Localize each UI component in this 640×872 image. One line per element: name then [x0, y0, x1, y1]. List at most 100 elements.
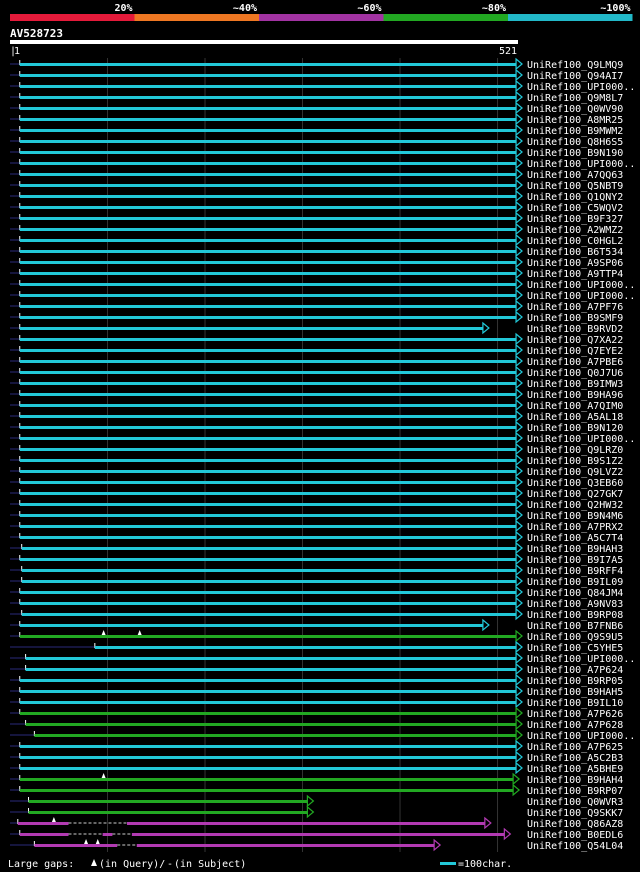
hit-row: UniRef100_Q7XA22 [10, 332, 623, 346]
hit-arrow-icon [482, 321, 490, 335]
hit-label: UniRef100_Q0WVR3 [527, 797, 623, 808]
hit-row: UniRef100_A2WMZ2 [10, 222, 623, 236]
hit-bar [19, 525, 517, 528]
hit-arrow-icon [515, 310, 523, 324]
hit-arrow-icon [515, 57, 523, 71]
hit-row: UniRef100_A7PRX2 [10, 519, 623, 533]
hit-label: UniRef100_Q9LVZ2 [527, 467, 623, 478]
hit-arrow-icon [482, 618, 490, 632]
hit-arrow-icon [515, 431, 523, 445]
hit-row: UniRef100_A9NV83 [10, 596, 623, 610]
legend-large-gaps: Large gaps: [8, 859, 74, 870]
hit-bar [19, 107, 517, 110]
hit-bar [19, 217, 517, 220]
hit-bar [19, 789, 514, 792]
hit-bar [19, 437, 517, 440]
hit-row: UniRef100_UPI000.. [10, 156, 635, 170]
hit-label: UniRef100_Q3EB60 [527, 478, 623, 489]
hit-label: UniRef100_A7P624 [527, 665, 623, 676]
hit-arrow-icon [515, 200, 523, 214]
hit-bar [19, 503, 517, 506]
hit-row: UniRef100_A7PBE6 [10, 354, 623, 368]
scale-segment [10, 14, 135, 21]
hit-arrow-icon [515, 255, 523, 269]
hit-label: UniRef100_C5WQV2 [527, 203, 623, 214]
hit-arrow-icon [515, 508, 523, 522]
hit-label: UniRef100_B9N4M6 [527, 511, 623, 522]
legend-in-query: (in Query)/ [99, 859, 165, 870]
hit-row: UniRef100_Q86AZ8 [10, 816, 623, 830]
hit-row: UniRef100_UPI000.. [10, 728, 635, 742]
hit-arrow-icon [515, 585, 523, 599]
hit-row: UniRef100_Q5NBT9 [10, 178, 623, 192]
hit-label: UniRef100_A7P625 [527, 742, 623, 753]
hit-label: UniRef100_B7FNB6 [527, 621, 623, 632]
hit-arrow-icon [515, 376, 523, 390]
hit-label: UniRef100_B9S1Z2 [527, 456, 623, 467]
hit-row: UniRef100_B9RP05 [10, 673, 623, 687]
hit-arrow-icon [515, 541, 523, 555]
hit-bar [19, 404, 517, 407]
hit-arrow-icon [515, 365, 523, 379]
hit-label: UniRef100_A5AL18 [527, 412, 623, 423]
hit-arrow-icon [515, 409, 523, 423]
hit-row: UniRef100_B9HAH3 [10, 541, 623, 555]
hit-arrow-icon [515, 464, 523, 478]
hit-arrow-icon [515, 387, 523, 401]
hit-row: UniRef100_B9RVD2 [10, 321, 623, 335]
hit-list: UniRef100_Q9LMQ9UniRef100_Q94AI7UniRef10… [10, 57, 635, 852]
hit-arrow-icon [515, 277, 523, 291]
legend-in-subject: (in Subject) [174, 859, 246, 870]
hit-bar [19, 250, 517, 253]
hit-label: UniRef100_A9NV83 [527, 599, 623, 610]
hit-row: UniRef100_B9MWM2 [10, 123, 623, 137]
hit-bar [19, 63, 517, 66]
hit-bar [19, 360, 517, 363]
hit-arrow-icon [306, 805, 315, 819]
hit-label: UniRef100_B9RVD2 [527, 324, 623, 335]
hit-bar [19, 745, 517, 748]
hit-label: UniRef100_C0HGL2 [527, 236, 623, 247]
hit-arrow-icon [515, 354, 523, 368]
hit-row: UniRef100_A7P626 [10, 706, 623, 720]
hit-arrow-icon [515, 607, 523, 621]
hit-bar [19, 151, 517, 154]
hit-bar [19, 338, 517, 341]
hit-label: UniRef100_UPI000.. [527, 731, 635, 742]
hit-label: UniRef100_A9TTP4 [527, 269, 623, 280]
hit-label: UniRef100_Q8H6S5 [527, 137, 623, 148]
hit-bar [19, 536, 517, 539]
hit-bar [19, 327, 483, 330]
hit-arrow-icon [515, 299, 523, 313]
hit-arrow-icon [515, 728, 523, 742]
hit-label: UniRef100_Q5NBT9 [527, 181, 623, 192]
hit-bar [34, 844, 118, 847]
hit-bar [127, 822, 485, 825]
hit-arrow-icon [515, 673, 523, 687]
hit-bar [19, 767, 517, 770]
hit-arrow-icon [515, 750, 523, 764]
hit-row: UniRef100_Q9S9U5 [10, 629, 623, 643]
hit-bar [19, 85, 517, 88]
hit-label: UniRef100_UPI000.. [527, 280, 635, 291]
hit-row: UniRef100_A7P628 [10, 717, 623, 731]
hit-bar [19, 294, 517, 297]
hit-row: UniRef100_Q27GK7 [10, 486, 623, 500]
hit-row: UniRef100_B9S1Z2 [10, 453, 623, 467]
hit-row: UniRef100_UPI000.. [10, 79, 635, 93]
blast-graphic-overview: 20% ~40% ~60% ~80% ~100% AV528723 | 1 521 Un… [0, 0, 640, 872]
hit-row: UniRef100_Q84JM4 [10, 585, 623, 599]
hit-bar [19, 371, 517, 374]
hit-label: UniRef100_B9HAH4 [527, 775, 623, 786]
hit-row: UniRef100_Q9M8L7 [10, 90, 623, 104]
hit-arrow-icon [512, 772, 521, 786]
hit-label: UniRef100_A7PBE6 [527, 357, 623, 368]
hit-bar [28, 800, 308, 803]
score-color-scale: 20% ~40% ~60% ~80% ~100% [10, 3, 633, 21]
hit-bar [19, 239, 517, 242]
hit-row: UniRef100_Q0WV90 [10, 101, 623, 115]
hit-label: UniRef100_B9N190 [527, 148, 623, 159]
hit-bar [19, 481, 517, 484]
hit-bar [19, 382, 517, 385]
hit-bar [34, 734, 517, 737]
